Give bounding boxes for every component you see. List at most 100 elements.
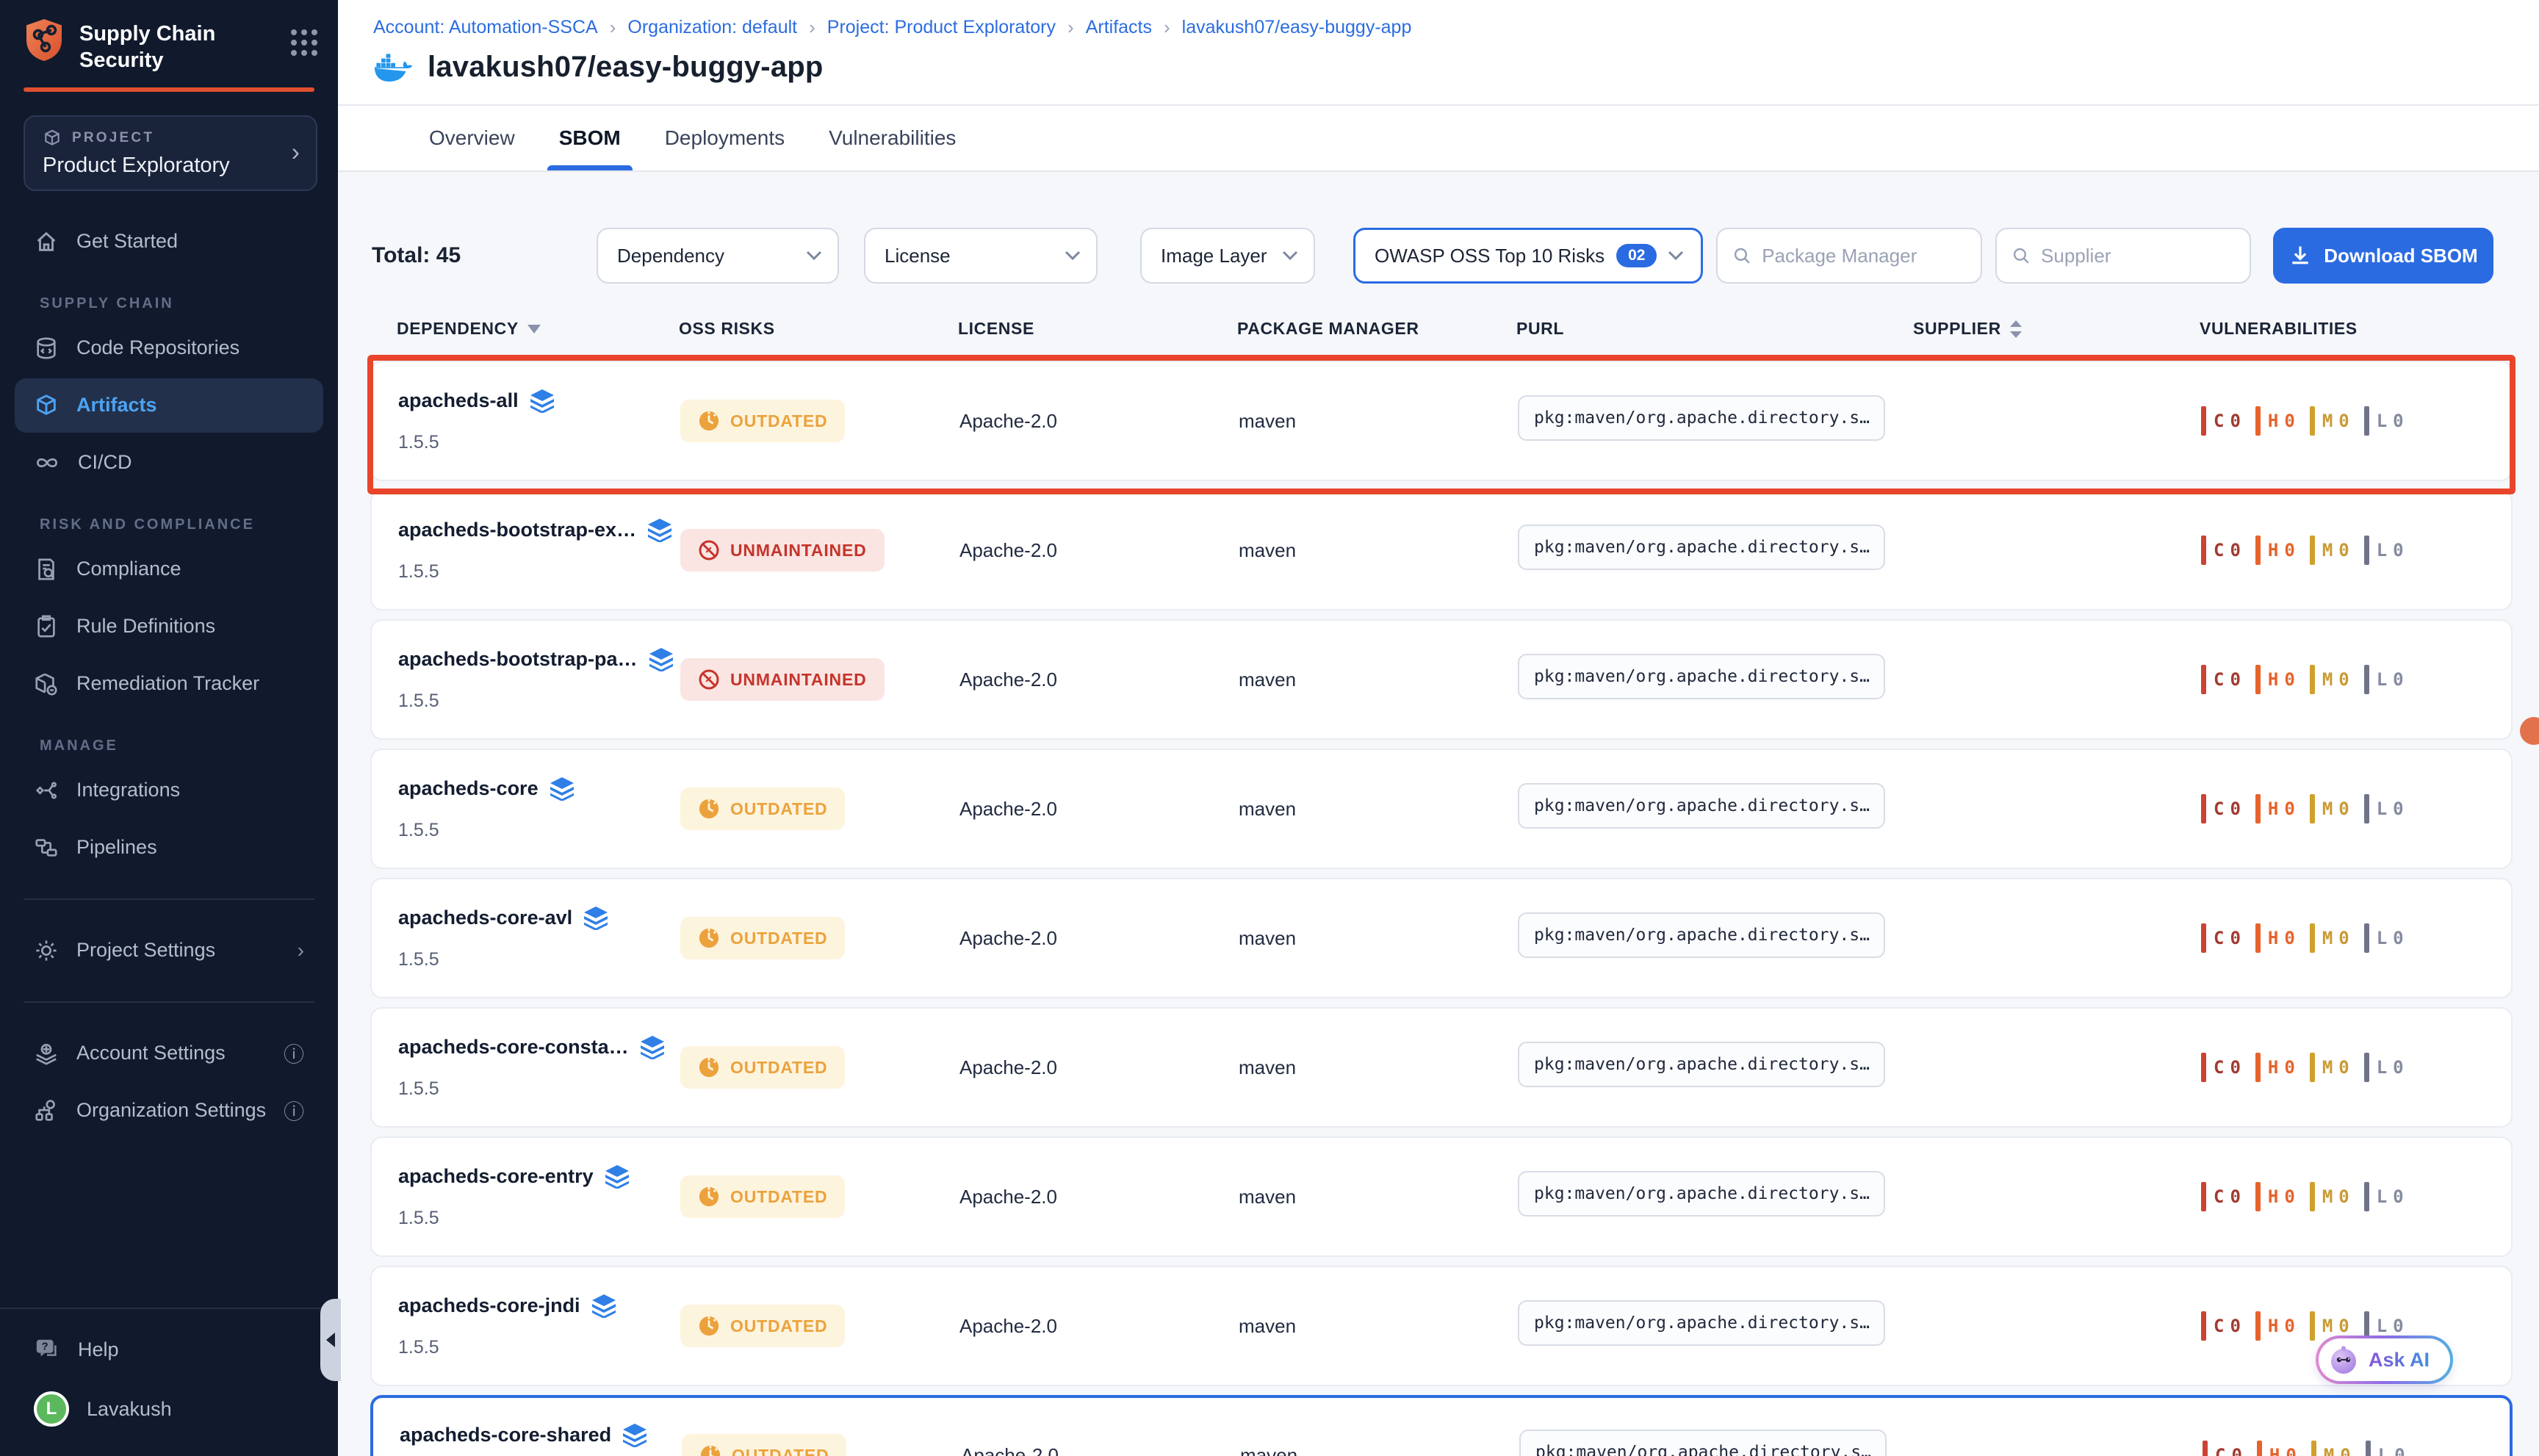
download-icon <box>2288 244 2312 267</box>
supplier-search-input[interactable] <box>2041 245 2235 267</box>
package-manager-search <box>1716 228 1982 284</box>
header-dependency[interactable]: DEPENDENCY <box>397 319 679 339</box>
header-supplier[interactable]: SUPPLIER <box>1884 319 2200 339</box>
purl-chip[interactable]: pkg:maven/org.apache.directory.s… <box>1518 654 1885 699</box>
severity-bar <box>2364 794 2369 823</box>
download-sbom-button[interactable]: Download SBOM <box>2273 228 2493 284</box>
high-count: H0 <box>2255 923 2295 953</box>
vulnerability-counts: C0 H0 M0 L0 <box>2201 406 2485 436</box>
table-row[interactable]: apacheds-core-entry 1.5.5 OUTDATED Apach… <box>370 1136 2513 1257</box>
breadcrumb-organization[interactable]: Organization: default <box>627 17 797 38</box>
table-row[interactable]: apacheds-core-jndi 1.5.5 OUTDATED Apache… <box>370 1266 2513 1386</box>
high-count: H0 <box>2257 1441 2297 1456</box>
purl-chip[interactable]: pkg:maven/org.apache.directory.s… <box>1518 912 1885 958</box>
package-manager-search-input[interactable] <box>1762 245 1966 267</box>
purl-chip[interactable]: pkg:maven/org.apache.directory.s… <box>1518 1042 1885 1087</box>
sidebar-item-cicd[interactable]: CI/CD <box>15 436 323 490</box>
tab-deployments[interactable]: Deployments <box>665 106 785 170</box>
sort-both-icon <box>2010 320 2022 338</box>
dependency-version: 1.5.5 <box>398 1208 680 1229</box>
user-menu[interactable]: L Lavakush <box>15 1378 323 1440</box>
user-name: Lavakush <box>87 1398 172 1421</box>
integrations-icon <box>34 778 59 803</box>
package-manager-value: maven <box>1239 1315 1518 1338</box>
purl-chip[interactable]: pkg:maven/org.apache.directory.s… <box>1518 1300 1885 1346</box>
tab-sbom[interactable]: SBOM <box>559 106 621 170</box>
breadcrumb-project[interactable]: Project: Product Exploratory <box>827 17 1056 38</box>
dependency-name: apacheds-core-shared <box>400 1424 611 1446</box>
dependency-version: 1.5.5 <box>398 1078 680 1100</box>
vulnerability-counts: C0 H0 M0 L0 <box>2203 1441 2483 1456</box>
image-layer-filter-dropdown[interactable]: Image Layer <box>1140 228 1315 284</box>
vulnerability-counts: C0 H0 M0 L0 <box>2201 1053 2485 1082</box>
purl-chip[interactable]: pkg:maven/org.apache.directory.s… <box>1518 525 1885 570</box>
sidebar-item-rule-definitions[interactable]: Rule Definitions <box>15 599 323 654</box>
filter-toolbar: Total: 45 Dependency License Image Layer… <box>338 228 2539 284</box>
table-row[interactable]: apacheds-core-avl 1.5.5 OUTDATED Apache-… <box>370 878 2513 998</box>
sidebar-item-artifacts[interactable]: Artifacts <box>15 378 323 433</box>
dependency-version: 1.5.5 <box>398 432 680 453</box>
license-value: Apache-2.0 <box>959 410 1239 433</box>
purl-chip[interactable]: pkg:maven/org.apache.directory.s… <box>1518 395 1885 441</box>
oss-risk-label: OUTDATED <box>730 1316 827 1336</box>
license-filter-dropdown[interactable]: License <box>864 228 1098 284</box>
vulnerability-counts: C0 H0 M0 L0 <box>2201 665 2485 694</box>
low-count: L0 <box>2366 1441 2405 1456</box>
license-value: Apache-2.0 <box>959 798 1239 821</box>
chevron-down-icon <box>1667 250 1685 262</box>
table-row[interactable]: apacheds-bootstrap-ex… 1.5.5 UNMAINTAINE… <box>370 490 2513 610</box>
purl-chip[interactable]: pkg:maven/org.apache.directory.s… <box>1518 783 1885 829</box>
sidebar-item-integrations[interactable]: Integrations <box>15 763 323 818</box>
project-selector[interactable]: PROJECT Product Exploratory › <box>24 115 317 191</box>
tab-overview[interactable]: Overview <box>429 106 515 170</box>
ask-ai-button[interactable]: Ask AI <box>2316 1336 2453 1384</box>
sidebar-item-remediation-tracker[interactable]: Remediation Tracker <box>15 657 323 711</box>
sidebar-collapse-handle[interactable] <box>320 1299 341 1381</box>
table-row[interactable]: apacheds-all 1.5.5 OUTDATED Apache-2.0 m… <box>370 361 2513 481</box>
table-row[interactable]: apacheds-core 1.5.5 OUTDATED Apache-2.0 … <box>370 749 2513 869</box>
sidebar-item-organization-settings[interactable]: Organization Settings ⓘ <box>15 1084 323 1138</box>
purl-chip[interactable]: pkg:maven/org.apache.directory.s… <box>1518 1171 1885 1217</box>
package-manager-value: maven <box>1239 1056 1518 1079</box>
table-row[interactable]: apacheds-core-shared 1.5.5 OUTDATED Apac… <box>370 1395 2513 1456</box>
section-risk-and-compliance: RISK AND COMPLIANCE <box>40 516 338 533</box>
oss-risk-label: OUTDATED <box>730 1058 827 1078</box>
layers-icon <box>623 1424 647 1447</box>
severity-bar <box>2366 1441 2371 1456</box>
breadcrumb-artifact-name[interactable]: lavakush07/easy-buggy-app <box>1182 17 1412 38</box>
sidebar-item-code-repositories[interactable]: Code Repositories <box>15 321 323 375</box>
header-license: LICENSE <box>958 319 1237 339</box>
owasp-filter-dropdown[interactable]: OWASP OSS Top 10 Risks 02 <box>1353 228 1703 284</box>
dependency-name: apacheds-core-jndi <box>398 1294 580 1317</box>
purl-chip[interactable]: pkg:maven/org.apache.directory.s… <box>1519 1430 1887 1456</box>
oss-risk-badge: UNMAINTAINED <box>680 658 885 701</box>
sidebar-item-get-started[interactable]: Get Started <box>15 215 323 269</box>
layers-icon <box>605 1165 629 1189</box>
sidebar-item-account-settings[interactable]: Account Settings ⓘ <box>15 1026 323 1081</box>
dependency-version: 1.5.5 <box>398 820 680 841</box>
high-count: H0 <box>2255 1311 2295 1341</box>
info-icon[interactable]: ⓘ <box>284 1039 304 1068</box>
table-row[interactable]: apacheds-bootstrap-pa… 1.5.5 UNMAINTAINE… <box>370 619 2513 740</box>
sidebar-item-pipelines[interactable]: Pipelines <box>15 821 323 875</box>
low-count: L0 <box>2364 406 2404 436</box>
breadcrumb-artifacts[interactable]: Artifacts <box>1086 17 1152 38</box>
info-icon[interactable]: ⓘ <box>284 1096 304 1125</box>
app-switcher-icon[interactable] <box>291 29 317 56</box>
dependency-filter-dropdown[interactable]: Dependency <box>597 228 839 284</box>
table-row[interactable]: apacheds-core-consta… 1.5.5 OUTDATED Apa… <box>370 1007 2513 1128</box>
section-manage: MANAGE <box>40 738 338 754</box>
severity-bar <box>2201 406 2206 436</box>
package-manager-value: maven <box>1239 927 1518 950</box>
docker-icon <box>373 52 413 83</box>
dependency-name: apacheds-core-consta… <box>398 1036 629 1059</box>
dependency-name: apacheds-bootstrap-ex… <box>398 519 636 541</box>
medium-count: M0 <box>2310 665 2349 694</box>
breadcrumb-account[interactable]: Account: Automation-SSCA <box>373 17 598 38</box>
breadcrumb-separator: › <box>809 16 815 39</box>
sidebar-item-project-settings[interactable]: Project Settings › <box>15 923 323 978</box>
tab-vulnerabilities[interactable]: Vulnerabilities <box>829 106 956 170</box>
oss-risk-badge: UNMAINTAINED <box>680 529 885 572</box>
sidebar-item-compliance[interactable]: Compliance <box>15 542 323 597</box>
sidebar-item-help[interactable]: ? Help <box>15 1322 323 1377</box>
